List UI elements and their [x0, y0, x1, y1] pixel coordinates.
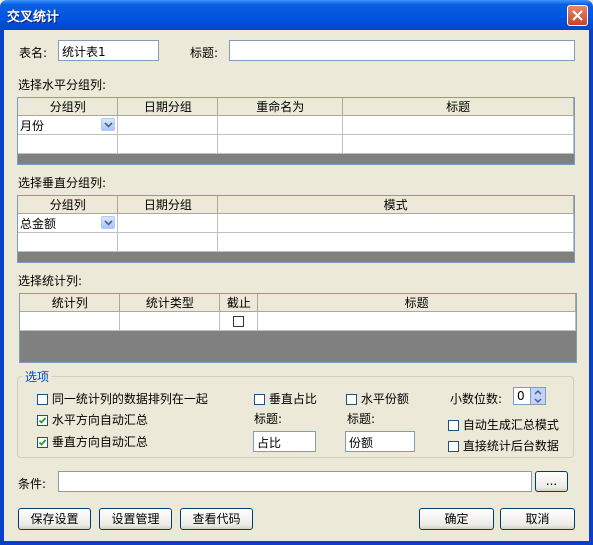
group-column-value: 总金额: [20, 216, 57, 231]
column-header[interactable]: 日期分组: [117, 196, 219, 214]
auto-summary-mode-checkbox[interactable]: [448, 420, 459, 431]
same-stat-together-checkbox[interactable]: [37, 394, 48, 405]
mode-cell[interactable]: [217, 213, 574, 233]
column-header[interactable]: 截止: [219, 294, 259, 312]
column-header[interactable]: 统计列: [20, 294, 121, 312]
date-group-cell[interactable]: [117, 232, 219, 252]
horizontal-group-grid[interactable]: 分组列 日期分组 重命名为 标题 月份: [17, 97, 575, 165]
column-header[interactable]: 标题: [257, 294, 576, 312]
condition-input[interactable]: [58, 471, 532, 492]
group-column-value: 月份: [20, 118, 45, 133]
column-header[interactable]: 模式: [217, 196, 574, 214]
horizontal-auto-sum-checkbox[interactable]: [37, 415, 48, 426]
column-header[interactable]: 分组列: [18, 98, 119, 116]
grid-header-row: 统计列 统计类型 截止 标题: [20, 294, 576, 312]
same-stat-together-option[interactable]: 同一统计列的数据排列在一起: [37, 390, 208, 407]
stat-column-cell[interactable]: [20, 311, 121, 331]
close-button[interactable]: [567, 5, 588, 26]
horizontal-auto-sum-label: 水平方向自动汇总: [51, 413, 148, 427]
group-column-cell[interactable]: 月份: [18, 115, 119, 135]
vertical-auto-sum-option[interactable]: 垂直方向自动汇总: [37, 433, 148, 450]
rename-cell[interactable]: [217, 134, 344, 154]
direct-backend-option[interactable]: 直接统计后台数据: [448, 437, 559, 454]
title-cell[interactable]: [342, 134, 574, 154]
table-row[interactable]: 总金额: [18, 213, 574, 233]
stat-columns-label: 选择统计列:: [18, 274, 83, 288]
date-group-cell[interactable]: [117, 213, 219, 233]
title-cell[interactable]: [342, 115, 574, 135]
title-cell[interactable]: [257, 311, 576, 331]
chevron-down-icon: [104, 122, 113, 128]
vertical-auto-sum-checkbox[interactable]: [37, 437, 48, 448]
table-row[interactable]: [20, 311, 576, 331]
save-settings-button[interactable]: 保存设置: [18, 508, 91, 530]
ok-button[interactable]: 确定: [419, 508, 494, 530]
group-column-cell[interactable]: [18, 134, 119, 154]
table-name-input[interactable]: 统计表1: [58, 40, 159, 61]
date-group-cell[interactable]: [117, 115, 219, 135]
vertical-ratio-label: 垂直占比: [268, 392, 317, 406]
chevron-down-icon[interactable]: [534, 398, 542, 403]
horizontal-share-title-input[interactable]: 份额: [345, 431, 415, 452]
horizontal-share-title-label: 标题:: [347, 412, 376, 426]
grid-header-row: 分组列 日期分组 模式: [18, 196, 574, 214]
date-group-cell[interactable]: [117, 134, 219, 154]
direct-backend-label: 直接统计后台数据: [462, 439, 559, 453]
horizontal-share-checkbox[interactable]: [346, 394, 357, 405]
table-row[interactable]: [18, 134, 574, 154]
chevron-down-icon: [104, 220, 113, 226]
vertical-ratio-title-label: 标题:: [254, 412, 283, 426]
vertical-ratio-option[interactable]: 垂直占比: [254, 390, 317, 407]
horizontal-share-option[interactable]: 水平份额: [346, 390, 409, 407]
title-bar: 交叉统计: [0, 0, 593, 30]
dropdown-button[interactable]: [101, 216, 116, 229]
vertical-auto-sum-label: 垂直方向自动汇总: [51, 435, 148, 449]
table-name-label: 表名:: [19, 46, 48, 60]
auto-summary-mode-option[interactable]: 自动生成汇总模式: [448, 416, 559, 433]
checkmark-icon: [38, 417, 47, 424]
view-code-button[interactable]: 查看代码: [180, 508, 253, 530]
auto-summary-mode-label: 自动生成汇总模式: [462, 418, 559, 432]
checkmark-icon: [38, 439, 47, 446]
mode-cell[interactable]: [217, 232, 574, 252]
cutoff-checkbox[interactable]: [233, 316, 245, 327]
vertical-ratio-checkbox[interactable]: [254, 394, 265, 405]
column-header[interactable]: 日期分组: [117, 98, 219, 116]
column-header[interactable]: 统计类型: [119, 294, 221, 312]
group-column-cell[interactable]: 总金额: [18, 213, 119, 233]
dropdown-button[interactable]: [101, 118, 116, 131]
rename-cell[interactable]: [217, 115, 344, 135]
grid-header-row: 分组列 日期分组 重命名为 标题: [18, 98, 574, 116]
condition-label: 条件:: [18, 477, 47, 491]
decimal-places-spinner[interactable]: [530, 387, 546, 405]
column-header[interactable]: 标题: [342, 98, 574, 116]
close-icon: [572, 10, 583, 21]
condition-browse-button[interactable]: ...: [535, 471, 568, 492]
group-column-cell[interactable]: [18, 232, 119, 252]
table-row[interactable]: [18, 232, 574, 252]
stat-type-cell[interactable]: [119, 311, 221, 331]
cutoff-cell[interactable]: [219, 311, 259, 331]
direct-backend-checkbox[interactable]: [448, 441, 459, 452]
column-header[interactable]: 重命名为: [217, 98, 344, 116]
chevron-up-icon[interactable]: [534, 390, 542, 395]
horizontal-share-label: 水平份额: [360, 392, 409, 406]
same-stat-together-label: 同一统计列的数据排列在一起: [51, 392, 208, 406]
manage-settings-button[interactable]: 设置管理: [99, 508, 172, 530]
options-legend: 选项: [22, 368, 53, 385]
decimal-places-label: 小数位数:: [450, 392, 503, 406]
horizontal-auto-sum-option[interactable]: 水平方向自动汇总: [37, 411, 148, 428]
window-title: 交叉统计: [7, 10, 60, 25]
horizontal-group-label: 选择水平分组列:: [18, 78, 107, 92]
vertical-ratio-title-input[interactable]: 占比: [253, 431, 316, 452]
vertical-group-grid[interactable]: 分组列 日期分组 模式 总金额: [17, 195, 575, 263]
cancel-button[interactable]: 取消: [500, 508, 575, 530]
vertical-group-label: 选择垂直分组列:: [18, 176, 107, 190]
stat-columns-grid[interactable]: 统计列 统计类型 截止 标题: [19, 293, 577, 363]
title-label: 标题:: [190, 46, 219, 60]
title-input[interactable]: [229, 40, 575, 61]
column-header[interactable]: 分组列: [18, 196, 119, 214]
table-row[interactable]: 月份: [18, 115, 574, 135]
